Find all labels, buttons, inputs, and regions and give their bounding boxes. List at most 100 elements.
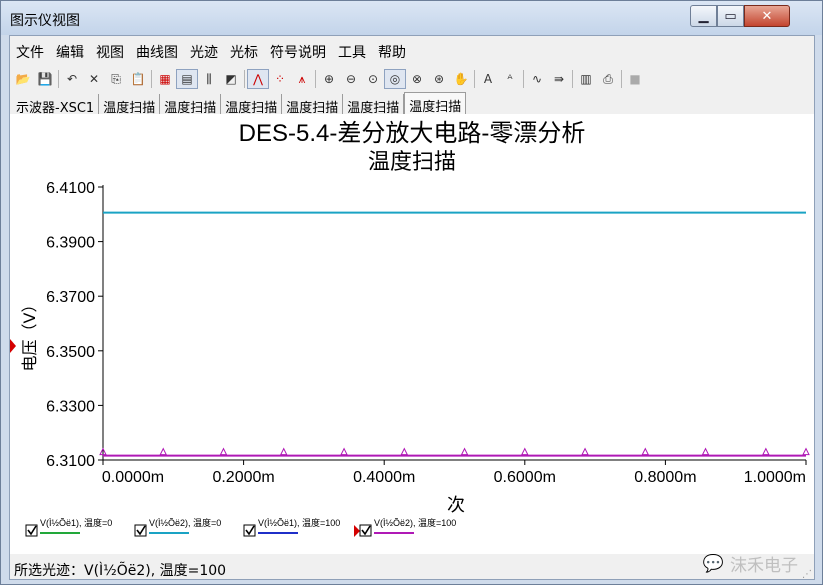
open-folder-button[interactable]: 📂 (12, 69, 34, 89)
menu-item-3[interactable]: 曲线图 (130, 40, 184, 62)
y-axis-label: 电压（V） (20, 297, 39, 372)
tab-0[interactable]: 示波器-XSC1 (12, 94, 100, 116)
zoom-in-button[interactable]: ⊕ (318, 69, 340, 89)
save-icon: 💾 (37, 72, 53, 86)
show-line-icon: ⋀ (253, 72, 263, 86)
show-markers-icon: ⁘ (274, 72, 286, 86)
save-button[interactable]: 💾 (34, 69, 56, 89)
selected-marks-icon: ⫼ (206, 71, 212, 86)
toolbar-separator (151, 70, 152, 88)
close-button[interactable]: ✕ (744, 5, 790, 27)
tab-6[interactable]: 温度扫描 (404, 92, 467, 115)
print-icon: ⎙ (603, 71, 613, 86)
menu-bar: 文件 编辑 视图 曲线图 光迹 光标 符号说明 工具 帮助 (10, 40, 412, 62)
legend-label-2: V(Ì½Õë1), 温度=100 (258, 517, 340, 528)
zoom-fit-icon: ⊙ (367, 72, 379, 86)
tab-2[interactable]: 温度扫描 (160, 94, 222, 116)
menu-item-1[interactable]: 编辑 (50, 40, 90, 62)
y-tick-label: 6.3300 (46, 398, 95, 415)
toolbar-separator (474, 70, 475, 88)
chart-svg[interactable]: DES-5.4-差分放大电路-零漂分析温度扫描 6.4100 6.3900 6.370… (10, 114, 814, 554)
tab-1[interactable]: 温度扫描 (99, 94, 161, 116)
series-marker-3 (520, 447, 529, 456)
plot-area[interactable]: DES-5.4-差分放大电路-零漂分析 温度扫描 6.4100 6.3900 6.370… (10, 114, 814, 554)
toolbar-separator (244, 70, 245, 88)
page-tabs: 示波器-XSC1 温度扫描 温度扫描 温度扫描 温度扫描 温度扫描 温度扫描 (12, 92, 467, 116)
zoom-out-button[interactable]: ⊖ (340, 69, 362, 89)
series-marker-3 (340, 447, 348, 456)
paste-button[interactable]: 📋 (127, 69, 149, 89)
overlay-button[interactable]: ◩ (220, 69, 242, 89)
series-marker-3 (802, 447, 810, 456)
minimize-button[interactable]: ▁ (690, 5, 717, 27)
x-tick-label: 0.8000m (634, 469, 696, 486)
undo-button[interactable]: ↶ (61, 69, 83, 89)
series-marker-3 (400, 447, 409, 456)
series-marker-3 (159, 447, 168, 456)
resize-grip-icon[interactable]: ⋰ (802, 569, 812, 580)
y-tick-label: 6.3900 (46, 235, 95, 252)
pan-hand-button[interactable]: ✋ (450, 69, 472, 89)
window-title: 图示仪视图 (10, 13, 80, 29)
menu-item-8[interactable]: 帮助 (372, 40, 412, 62)
x-tick-label: 0.0000m (102, 469, 164, 486)
selected-marks-button[interactable]: ⫼ (198, 69, 220, 89)
undo-icon: ↶ (66, 72, 78, 86)
cut-button[interactable]: ✕ (83, 69, 105, 89)
chart-subtitle: 温度扫描 (368, 149, 456, 174)
zoom-in-icon: ⊕ (323, 72, 335, 86)
export-button[interactable]: ⇛ (548, 69, 570, 89)
cut-icon: ✕ (88, 72, 100, 86)
tab-4[interactable]: 温度扫描 (282, 94, 344, 116)
x-tick-label: 0.2000m (212, 469, 274, 486)
tab-5[interactable]: 温度扫描 (343, 94, 405, 116)
menu-item-6[interactable]: 符号说明 (264, 40, 332, 62)
tab-3[interactable]: 温度扫描 (221, 94, 283, 116)
zoom-y-button[interactable]: ⊛ (428, 69, 450, 89)
menu-item-5[interactable]: 光标 (224, 40, 264, 62)
paste-icon: 📋 (130, 72, 146, 86)
show-markers-button[interactable]: ⁘ (269, 69, 291, 89)
grid-button[interactable]: ▦ (154, 69, 176, 89)
series-marker-3 (701, 447, 710, 456)
show-line-markers-icon: ⩚ (298, 71, 306, 86)
text-button[interactable]: A (477, 69, 499, 89)
toolbar-separator (621, 70, 622, 88)
toolbar-separator (58, 70, 59, 88)
trace-icon: ∿ (531, 72, 543, 86)
export-icon: ⇛ (553, 72, 565, 86)
legend-label-1: V(Ì½Õë2), 温度=0 (149, 517, 221, 528)
show-line-markers-button[interactable]: ⩚ (291, 69, 313, 89)
legend-selected-arrow-icon (354, 525, 360, 537)
print-preview-button[interactable]: ▥ (575, 69, 597, 89)
copy-button[interactable]: ⎘ (105, 69, 127, 89)
overlay-icon: ◩ (225, 72, 237, 86)
menu-item-2[interactable]: 视图 (90, 40, 130, 62)
zoom-x-button[interactable]: ⊗ (406, 69, 428, 89)
y-tick-label: 6.3500 (46, 344, 95, 361)
zoom-fit-button[interactable]: ⊙ (362, 69, 384, 89)
menu-item-7[interactable]: 工具 (332, 40, 372, 62)
label-button[interactable]: ᴬ (499, 69, 521, 89)
menu-item-4[interactable]: 光迹 (184, 40, 224, 62)
print-preview-icon: ▥ (580, 72, 592, 86)
stop-button[interactable]: ■ (624, 69, 646, 89)
series-marker-3 (641, 447, 650, 456)
copy-icon: ⎘ (111, 71, 121, 86)
selected-trace-arrow-icon (10, 339, 16, 353)
legend-button[interactable]: ▤ (176, 69, 198, 89)
grid-icon: ▦ (159, 72, 171, 86)
y-tick-label: 6.3100 (46, 453, 95, 470)
print-button[interactable]: ⎙ (597, 69, 619, 89)
maximize-button[interactable]: ▭ (717, 5, 744, 27)
legend-label-0: V(Ì½Õë1), 温度=0 (40, 517, 112, 528)
zoom-area-button[interactable]: ◎ (384, 69, 406, 89)
text-icon: A (483, 72, 493, 86)
menu-item-0[interactable]: 文件 (10, 40, 50, 62)
title-bar[interactable]: 图示仪视图 ▁ ▭ ✕ (1, 1, 822, 35)
toolbar-separator (572, 70, 573, 88)
chat-bubble-icon: 💬 (702, 553, 724, 574)
y-tick-label: 6.4100 (46, 180, 95, 197)
show-line-button[interactable]: ⋀ (247, 69, 269, 89)
trace-button[interactable]: ∿ (526, 69, 548, 89)
